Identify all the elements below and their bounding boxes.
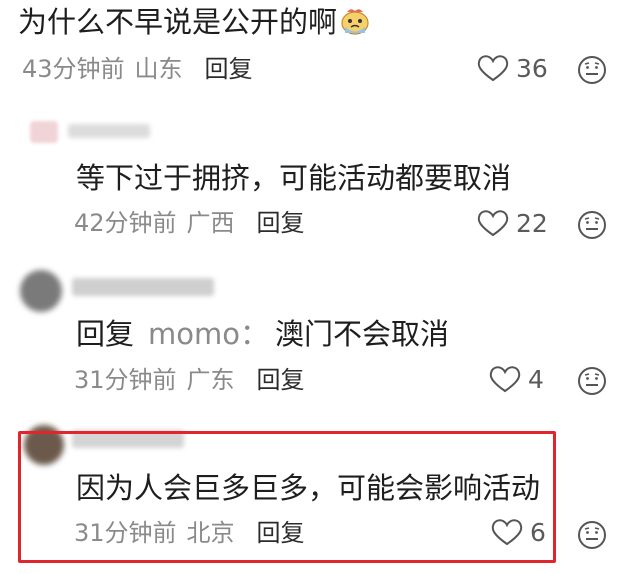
comment-2-meta: 42分钟前 广西 回复	[74, 208, 305, 238]
comment-2-text: 等下过于拥挤，可能活动都要取消	[76, 161, 512, 195]
reply-button[interactable]: 回复	[257, 208, 305, 238]
comment-text: 等下过于拥挤，可能活动都要取消	[76, 160, 511, 196]
like-button[interactable]: 36	[476, 53, 548, 83]
dislike-button[interactable]	[577, 520, 607, 550]
meh-face-icon	[578, 521, 606, 549]
blurred-username	[68, 124, 150, 138]
comment-3-meta: 31分钟前 广东 回复	[74, 365, 305, 395]
avatar[interactable]	[30, 121, 58, 143]
reply-prefix: 回复	[76, 317, 135, 351]
comment-1-meta: 43分钟前 山东 回复	[22, 54, 253, 84]
avatar[interactable]	[20, 270, 62, 312]
like-button[interactable]: 4	[488, 364, 544, 394]
comment-location: 广东	[186, 366, 235, 394]
heart-outline-icon	[477, 55, 509, 82]
heart-outline-icon	[489, 366, 521, 393]
meh-face-icon	[578, 56, 606, 84]
dislike-button[interactable]	[577, 366, 607, 396]
like-count: 4	[528, 364, 544, 394]
like-count: 22	[516, 208, 548, 238]
highlight-box	[18, 431, 556, 563]
comment-text: 为什么不早说是公开的啊	[18, 4, 371, 40]
comment-location: 广西	[186, 209, 235, 237]
heart-outline-icon	[477, 210, 509, 237]
comment-1-text: 为什么不早说是公开的啊	[18, 5, 338, 39]
dislike-button[interactable]	[577, 210, 607, 240]
comment-time: 31分钟前	[74, 366, 177, 394]
blurred-username	[72, 278, 214, 296]
meh-face-icon	[578, 367, 606, 395]
dislike-button[interactable]	[577, 55, 607, 85]
mention-username[interactable]: momo：	[148, 317, 269, 351]
crying-emoji-icon	[339, 6, 371, 36]
like-count: 36	[516, 53, 548, 83]
like-button[interactable]: 22	[476, 208, 548, 238]
meh-face-icon	[578, 211, 606, 239]
reply-button[interactable]: 回复	[257, 365, 305, 395]
reply-button[interactable]: 回复	[205, 54, 253, 84]
comment-time: 43分钟前	[22, 55, 125, 83]
comment-location: 山东	[134, 55, 183, 83]
comment-text: 回复 momo： 澳门不会取消	[76, 316, 449, 352]
comment-3-text: 澳门不会取消	[275, 317, 450, 351]
comment-time: 42分钟前	[74, 209, 177, 237]
